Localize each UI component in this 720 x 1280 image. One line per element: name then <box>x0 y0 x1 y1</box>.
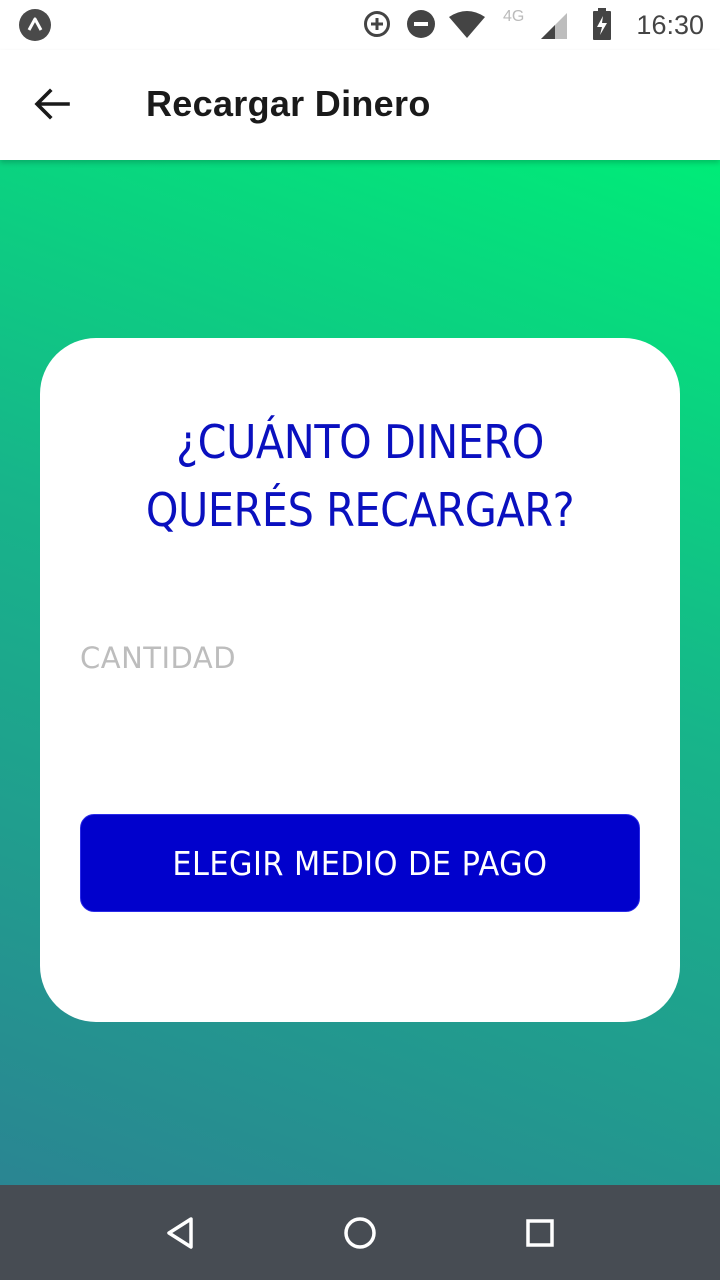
main-content: ¿CUÁNTO DINERO QUERÉS RECARGAR? ELEGIR M… <box>0 160 720 1185</box>
wifi-icon <box>449 11 485 38</box>
system-nav-bar <box>0 1185 720 1280</box>
battery-charging-icon <box>593 8 611 40</box>
back-triangle-icon[interactable] <box>154 1207 206 1259</box>
do-not-disturb-icon <box>407 10 435 38</box>
arrow-left-icon <box>34 88 70 120</box>
choose-payment-method-button[interactable]: ELEGIR MEDIO DE PAGO <box>80 814 640 912</box>
question-line-2: QUERÉS RECARGAR? <box>145 483 575 537</box>
back-button[interactable] <box>26 78 78 130</box>
question-line-1: ¿CUÁNTO DINERO <box>176 415 544 469</box>
status-bar: 4G 16:30 <box>0 0 720 50</box>
choose-payment-method-label: ELEGIR MEDIO DE PAGO <box>172 843 548 883</box>
app-bar: Recargar Dinero <box>0 50 720 160</box>
recents-square-icon[interactable] <box>514 1207 566 1259</box>
recharge-card: ¿CUÁNTO DINERO QUERÉS RECARGAR? ELEGIR M… <box>40 338 680 1022</box>
status-time: 16:30 <box>636 10 704 40</box>
question-heading: ¿CUÁNTO DINERO QUERÉS RECARGAR? <box>72 408 648 544</box>
signal-icon <box>541 13 567 39</box>
notification-app-icon <box>19 9 51 41</box>
home-circle-icon[interactable] <box>334 1207 386 1259</box>
data-saver-icon <box>364 11 390 37</box>
network-type-label: 4G <box>503 8 525 25</box>
amount-input[interactable] <box>80 633 640 683</box>
page-title: Recargar Dinero <box>146 83 431 124</box>
